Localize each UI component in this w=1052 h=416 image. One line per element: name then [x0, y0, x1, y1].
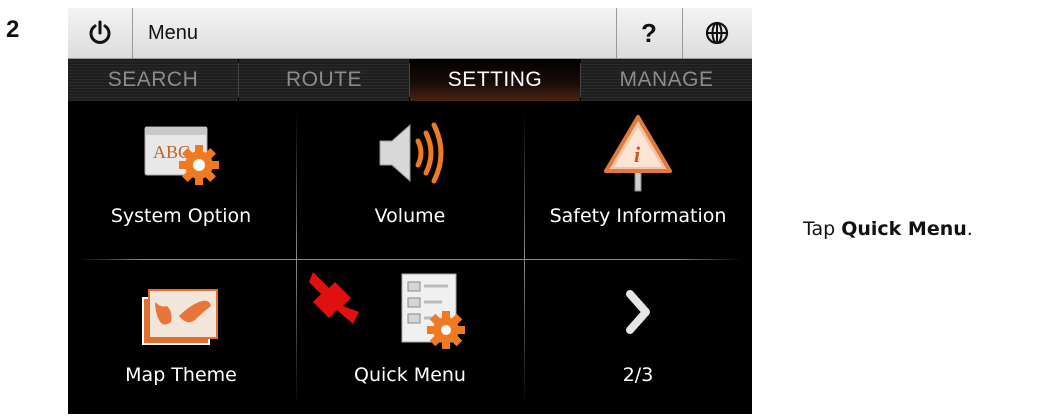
instruction-emphasis: Quick Menu [841, 218, 967, 240]
tile-label-system-option: System Option [110, 205, 252, 227]
tile-system-option[interactable]: ABC System Option [68, 101, 294, 257]
instruction-prefix: Tap [803, 218, 842, 240]
tile-quick-menu[interactable]: Quick Menu [297, 260, 523, 414]
tab-search[interactable]: SEARCH [68, 59, 238, 101]
instruction-text: Tap Quick Menu. [803, 218, 973, 240]
quick-menu-icon [401, 273, 465, 349]
top-bar: Menu ? [68, 8, 752, 59]
menu-title: Menu [148, 21, 199, 44]
tile-label-volume: Volume [374, 205, 446, 227]
settings-grid: ABC System Option Volume i Safety Inform… [68, 101, 752, 414]
safety-info-icon: i [604, 115, 672, 192]
tab-setting[interactable]: SETTING [410, 59, 580, 101]
globe-icon [705, 21, 729, 45]
map-theme-icon [142, 289, 218, 345]
svg-text:i: i [634, 142, 641, 167]
volume-icon [379, 122, 444, 184]
device-screen: Menu ? SEARCH ROUTE SETTING MANAGE ABC S… [68, 8, 752, 414]
next-page-icon [626, 290, 650, 334]
page-indicator: 2/3 [622, 364, 654, 386]
tab-manage[interactable]: MANAGE [581, 59, 752, 101]
tile-map-theme[interactable]: Map Theme [68, 260, 294, 414]
tile-label-quick-menu: Quick Menu [354, 364, 466, 386]
instruction-suffix: . [966, 218, 973, 240]
language-button[interactable] [682, 8, 752, 58]
power-button[interactable] [68, 8, 132, 58]
tile-safety-information[interactable]: i Safety Information [525, 101, 751, 257]
tab-bar: SEARCH ROUTE SETTING MANAGE [68, 59, 752, 101]
tab-route[interactable]: ROUTE [239, 59, 409, 101]
tile-label-map-theme: Map Theme [125, 364, 237, 386]
tile-volume[interactable]: Volume [297, 101, 523, 257]
power-icon [89, 20, 111, 44]
step-number: 2 [6, 16, 20, 43]
help-button[interactable]: ? [616, 8, 682, 58]
pointer-arrow-icon [309, 272, 359, 324]
system-option-icon: ABC [144, 126, 219, 185]
tile-label-safety-information: Safety Information [549, 205, 727, 227]
tile-next-page[interactable]: 2/3 [525, 260, 751, 414]
